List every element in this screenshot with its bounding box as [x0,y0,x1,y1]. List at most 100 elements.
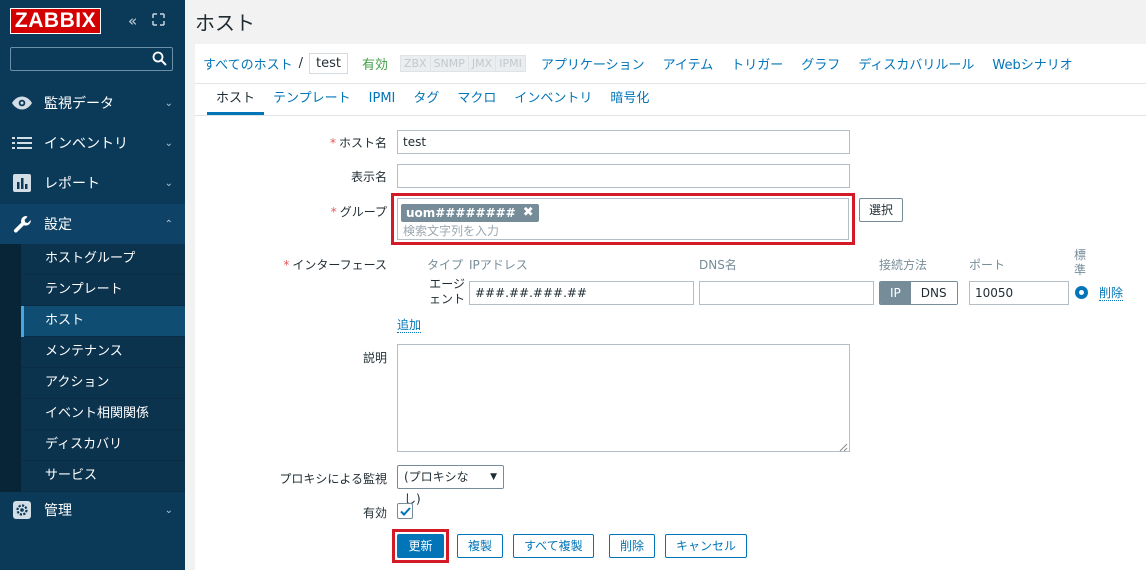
submenu-services[interactable]: サービス [0,461,185,492]
tab-inventory[interactable]: インベントリ [505,84,601,115]
link-discovery-rules[interactable]: ディスカバリルール [858,54,974,73]
main-content: ホスト すべてのホスト / test 有効 ZBX SNMP JMX IPMI … [185,0,1146,570]
proxy-select-value: (プロキシなし) [404,470,469,506]
breadcrumb-all-hosts[interactable]: すべてのホスト [203,54,293,73]
submenu-host-groups[interactable]: ホストグループ [0,244,185,275]
proxy-select[interactable]: (プロキシなし) ▼ [397,465,504,506]
sidebar-search[interactable] [10,47,173,71]
link-items[interactable]: アイテム [663,54,714,73]
host-name-input[interactable]: test [397,130,850,154]
iface-type-agent: エージェント [428,277,465,306]
submenu-label: アクション [45,375,110,390]
link-graphs[interactable]: グラフ [801,54,840,73]
groups-multiselect[interactable]: uom######## ✖ 検索文字列を入力 [397,198,849,240]
chevron-up-icon: ⌃ [164,218,173,230]
host-status-enabled[interactable]: 有効 [362,54,388,73]
kiosk-mode-icon[interactable] [152,12,165,30]
menu-administration[interactable]: 管理 ⌄ [0,490,185,530]
iface-header-connect: 接続方法 [879,258,928,272]
submenu-label: ホストグループ [45,251,136,266]
groups-search-placeholder[interactable]: 検索文字列を入力 [403,220,499,242]
availability-badges: ZBX SNMP JMX IPMI [399,55,526,72]
menu-inventory[interactable]: インベントリ ⌄ [0,123,185,163]
page-title: ホスト [195,11,255,35]
host-form-panel: ホスト テンプレート IPMI タグ マクロ インベントリ 暗号化 * ホスト名 … [195,84,1146,570]
submenu-maintenance[interactable]: メンテナンス [0,337,185,368]
enabled-checkbox[interactable] [397,503,413,519]
collapse-sidebar-icon[interactable]: « [128,12,137,30]
search-icon[interactable] [152,51,167,69]
submenu-actions[interactable]: アクション [0,368,185,399]
form-tabs: ホスト テンプレート IPMI タグ マクロ インベントリ 暗号化 [195,84,1146,116]
submenu-event-correlation[interactable]: イベント相関関係 [0,399,185,430]
bar-chart-icon [11,174,33,192]
select-groups-button[interactable]: 選択 [859,198,904,222]
submenu-hosts[interactable]: ホスト [0,306,185,337]
menu-reports[interactable]: レポート ⌄ [0,163,185,203]
zbx-badge: ZBX [399,55,431,72]
menu-monitoring[interactable]: 監視データ ⌄ [0,83,185,123]
add-interface-link[interactable]: 追加 [397,318,422,333]
submenu-label: サービス [45,468,98,483]
breadcrumb: すべてのホスト / test 有効 ZBX SNMP JMX IPMI アプリケ… [195,44,1146,84]
tab-ipmi[interactable]: IPMI [360,84,405,115]
submenu-templates[interactable]: テンプレート [0,275,185,306]
gear-icon [11,501,33,519]
configuration-submenu: ホストグループ テンプレート ホスト メンテナンス アクション イベント相関関係… [0,244,185,492]
host-name-label: * ホスト名 [295,134,387,151]
iface-header-default: 標準 [1074,248,1087,277]
description-label: 説明 [362,351,387,365]
submenu-discovery[interactable]: ディスカバリ [0,430,185,461]
description-textarea[interactable] [397,344,850,452]
list-icon [11,136,33,150]
default-interface-radio[interactable] [1075,286,1088,299]
interfaces-label-text: インターフェース [292,258,387,272]
menu-configuration[interactable]: 設定 ⌃ [0,204,185,244]
tab-tags[interactable]: タグ [404,84,448,115]
iface-dns-input[interactable] [699,281,874,305]
iface-ip-input[interactable]: ###.##.###.## [469,281,694,305]
delete-button[interactable]: 削除 [609,534,656,558]
snmp-badge: SNMP [429,55,469,72]
link-web-scenarios[interactable]: Webシナリオ [992,54,1072,73]
sidebar-search-input[interactable] [11,48,141,70]
breadcrumb-separator: / [298,56,303,71]
sidebar: ZABBIX « 監視データ ⌄ インベントリ ⌄ レポート ⌄ 設定 ⌃ ホス… [0,0,185,570]
clone-button[interactable]: 複製 [457,534,504,558]
full-clone-button[interactable]: すべて複製 [513,534,594,558]
link-applications[interactable]: アプリケーション [541,54,645,73]
cancel-button[interactable]: キャンセル [665,534,748,558]
remove-interface-link[interactable]: 削除 [1099,286,1124,301]
interfaces-label: * インターフェース [255,256,387,273]
iface-port-input[interactable]: 10050 [969,281,1069,305]
chevron-down-icon: ⌄ [164,137,173,149]
proxy-label: プロキシによる監視 [279,472,387,486]
connect-dns-option[interactable]: DNS [910,282,957,304]
remove-tag-icon[interactable]: ✖ [523,202,534,224]
menu-administration-label: 管理 [44,503,72,519]
connect-by-toggle: IP DNS [879,281,958,305]
tab-encryption[interactable]: 暗号化 [601,84,658,115]
visible-name-label: 表示名 [350,170,387,184]
checkmark-icon [399,506,411,516]
visible-name-input[interactable] [397,164,850,188]
host-name-label-text: ホスト名 [338,136,387,150]
iface-header-type: タイプ [427,258,464,272]
iface-header-dns: DNS名 [699,258,737,272]
chevron-down-icon: ⌄ [164,504,173,516]
connect-ip-option[interactable]: IP [880,282,911,304]
link-triggers[interactable]: トリガー [731,54,783,73]
tab-host[interactable]: ホスト [207,84,265,115]
tab-macros[interactable]: マクロ [448,84,505,115]
ipmi-badge: IPMI [495,55,526,72]
zabbix-logo[interactable]: ZABBIX [10,8,101,34]
menu-configuration-label: 設定 [44,217,72,233]
submenu-label: ディスカバリ [45,437,123,452]
resize-handle-icon[interactable] [839,441,848,452]
tab-templates[interactable]: テンプレート [264,84,360,115]
groups-label: * グループ [295,203,387,220]
submenu-label: ホスト [45,313,85,328]
submenu-label: メンテナンス [45,344,123,359]
enabled-label: 有効 [362,506,387,520]
update-button[interactable]: 更新 [397,534,444,558]
